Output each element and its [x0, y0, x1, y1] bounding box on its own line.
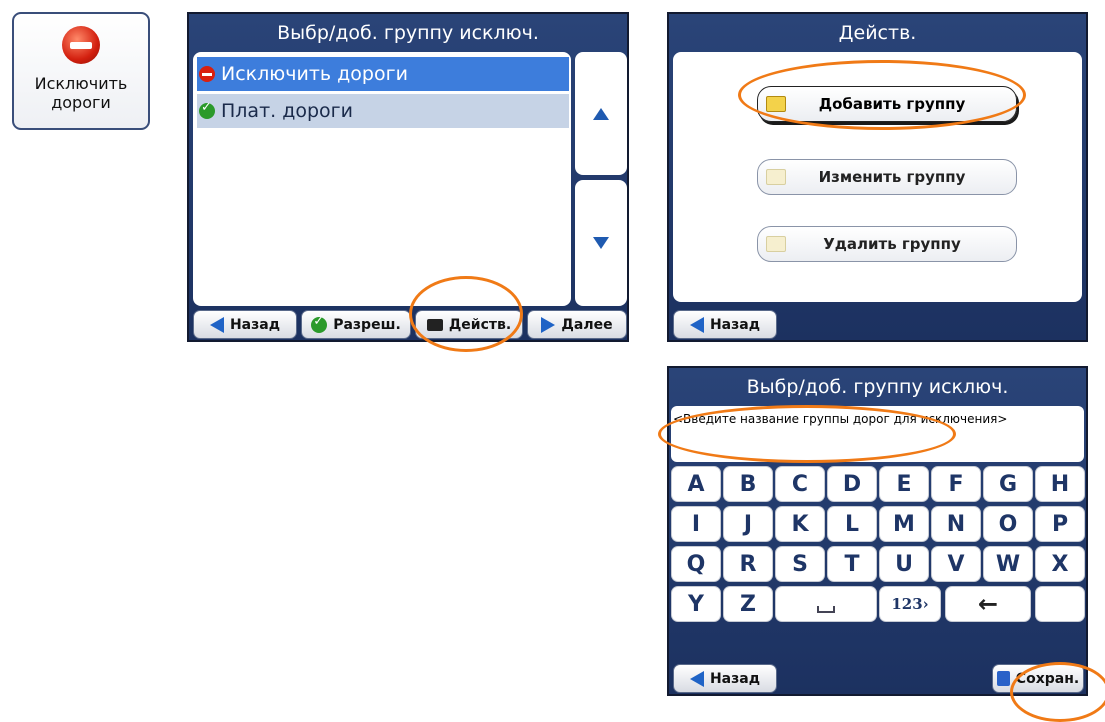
key-g[interactable]: G — [983, 466, 1033, 502]
key-p[interactable]: P — [1035, 506, 1085, 542]
back-button[interactable]: Назад — [673, 664, 777, 693]
folder-edit-icon — [766, 169, 786, 185]
key-b[interactable]: B — [723, 466, 773, 502]
key-c[interactable]: C — [775, 466, 825, 502]
key-a[interactable]: A — [671, 466, 721, 502]
next-button[interactable]: Далее — [527, 310, 627, 339]
key-h[interactable]: H — [1035, 466, 1085, 502]
space-icon — [817, 605, 835, 613]
stop-icon — [62, 26, 100, 64]
blank-key[interactable] — [1035, 586, 1085, 622]
numbers-key[interactable]: 123› — [879, 586, 941, 622]
stop-icon — [199, 66, 215, 82]
arrow-down-icon — [593, 237, 609, 249]
back-button[interactable]: Назад — [673, 310, 777, 339]
arrow-left-icon — [689, 670, 704, 687]
key-l[interactable]: L — [827, 506, 877, 542]
backspace-key[interactable]: ← — [945, 586, 1031, 622]
key-z[interactable]: Z — [723, 586, 773, 622]
group-name-input[interactable]: <Введите название группы дорог для исклю… — [671, 406, 1084, 462]
key-y[interactable]: Y — [671, 586, 721, 622]
check-icon — [199, 100, 215, 119]
key-t[interactable]: T — [827, 546, 877, 582]
scroll-down-button[interactable] — [575, 180, 627, 306]
key-w[interactable]: W — [983, 546, 1033, 582]
key-o[interactable]: O — [983, 506, 1033, 542]
arrow-left-icon — [689, 316, 704, 333]
screen-title: Выбр/доб. группу исключ. — [746, 376, 1009, 398]
add-group-button[interactable]: Добавить группу — [757, 86, 1017, 122]
key-i[interactable]: I — [671, 506, 721, 542]
key-d[interactable]: D — [827, 466, 877, 502]
key-x[interactable]: X — [1035, 546, 1085, 582]
arrow-left-icon — [209, 316, 224, 333]
edit-group-button[interactable]: Изменить группу — [757, 159, 1017, 195]
save-button[interactable]: Сохран. — [992, 664, 1084, 693]
arrow-right-icon — [541, 316, 556, 333]
actions-icon — [426, 318, 443, 331]
arrow-up-icon — [593, 107, 609, 120]
exclude-roads-label: Исключить дороги — [34, 74, 128, 112]
scroll-up-button[interactable] — [575, 52, 627, 175]
list-item-exclude-roads[interactable]: Исключить дороги — [197, 57, 569, 91]
exclude-roads-button[interactable]: Исключить дороги — [12, 12, 150, 130]
list-item-toll-roads[interactable]: Плат. дороги — [197, 94, 569, 128]
key-r[interactable]: R — [723, 546, 773, 582]
space-key[interactable] — [775, 586, 877, 622]
delete-group-button[interactable]: Удалить группу — [757, 226, 1017, 262]
key-q[interactable]: Q — [671, 546, 721, 582]
key-e[interactable]: E — [879, 466, 929, 502]
key-m[interactable]: M — [879, 506, 929, 542]
screen-exclusion-list: Выбр/доб. группу исключ. Исключить дорог… — [187, 12, 629, 342]
key-n[interactable]: N — [931, 506, 981, 542]
back-button[interactable]: Назад — [193, 310, 297, 339]
screen-keyboard: Выбр/доб. группу исключ. <Введите назван… — [667, 366, 1088, 696]
save-icon — [996, 671, 1010, 686]
check-icon — [311, 314, 328, 333]
screen-title: Действ. — [838, 22, 917, 44]
key-v[interactable]: V — [931, 546, 981, 582]
key-f[interactable]: F — [931, 466, 981, 502]
key-k[interactable]: K — [775, 506, 825, 542]
key-u[interactable]: U — [879, 546, 929, 582]
key-s[interactable]: S — [775, 546, 825, 582]
key-j[interactable]: J — [723, 506, 773, 542]
actions-button[interactable]: Действ. — [415, 310, 523, 339]
folder-icon — [766, 96, 786, 112]
screen-actions: Действ. Добавить группу Изменить группу … — [667, 12, 1088, 342]
folder-delete-icon — [766, 236, 786, 252]
screen-title: Выбр/доб. группу исключ. — [277, 22, 539, 44]
allow-button[interactable]: Разреш. — [301, 310, 411, 339]
group-list: Исключить дороги Плат. дороги — [193, 52, 571, 306]
